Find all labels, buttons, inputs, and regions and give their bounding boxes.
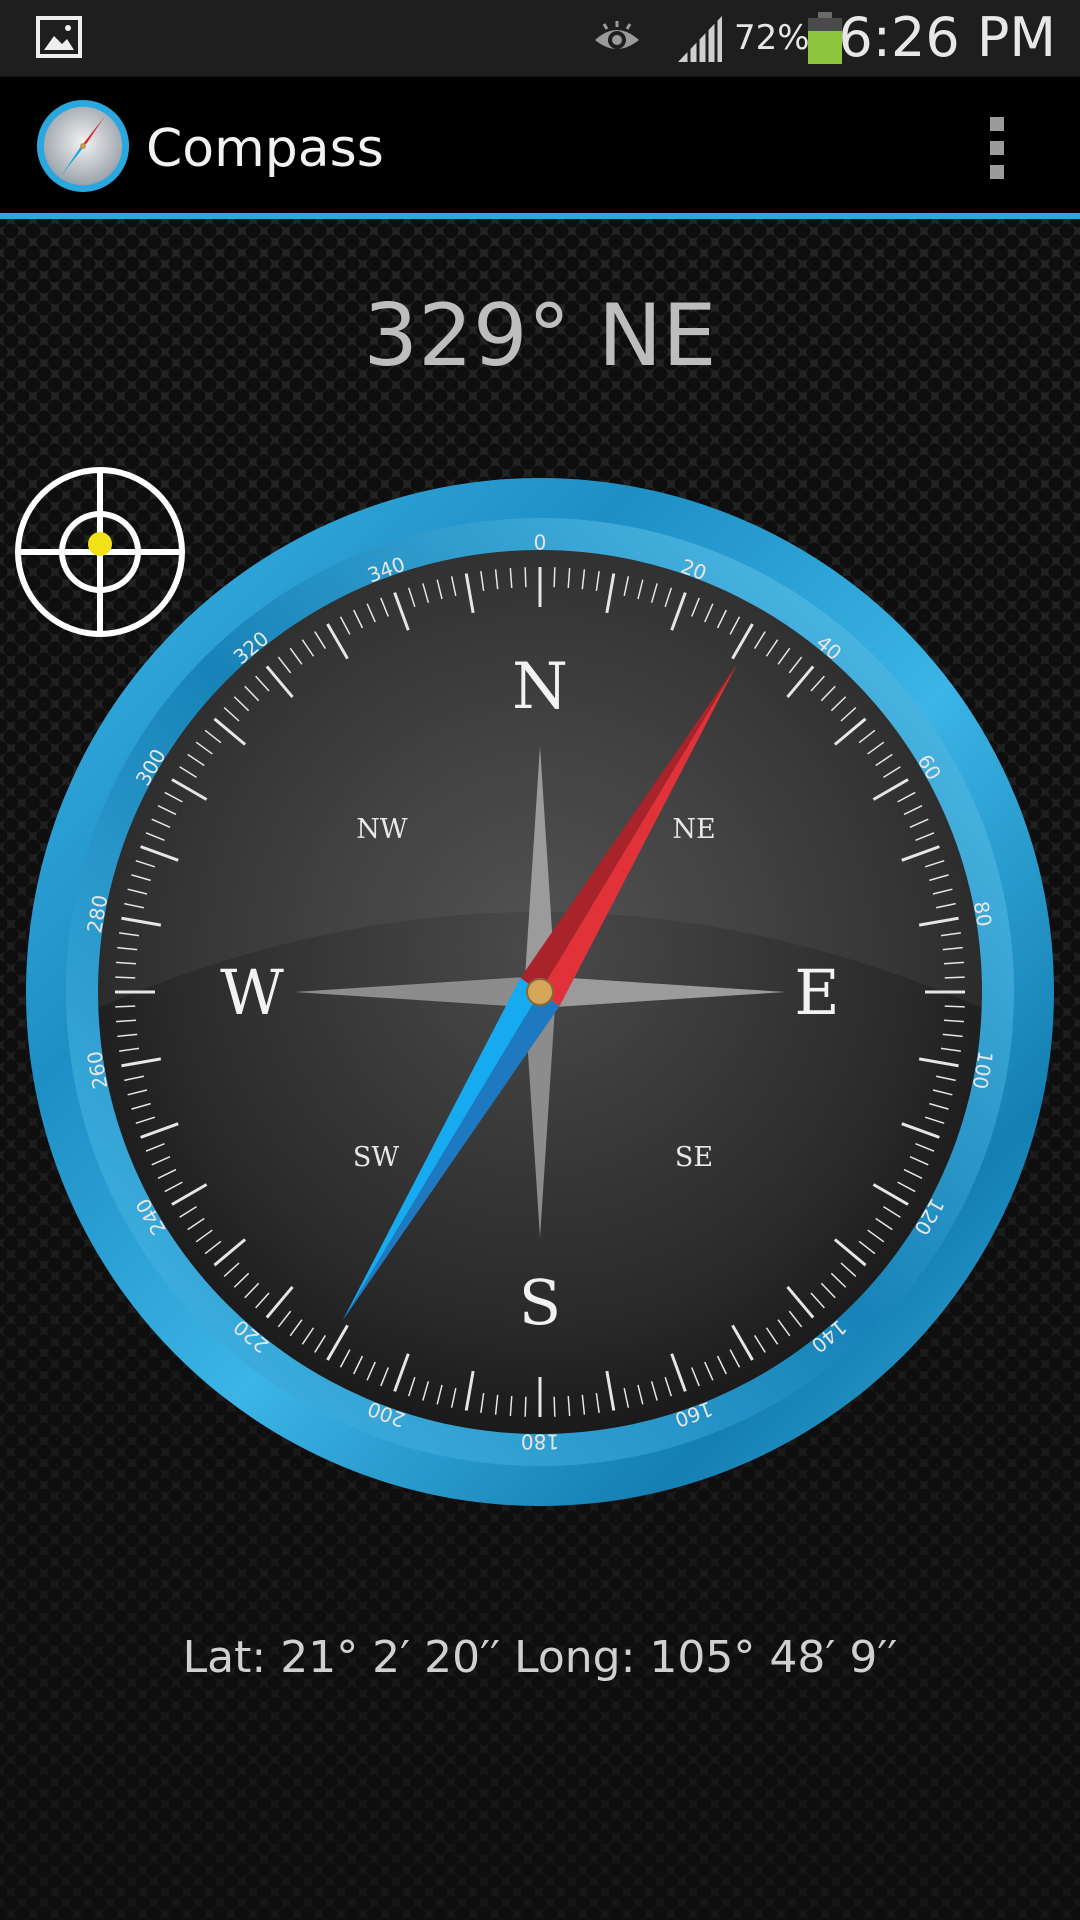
scale-tick (524, 1396, 527, 1417)
compass-app-icon[interactable] (34, 97, 132, 195)
scale-label: 80 (969, 899, 997, 928)
gallery-icon (36, 16, 82, 58)
cardinal-n: N (512, 650, 568, 724)
scale-tick (553, 1396, 556, 1417)
scale-tick (115, 1005, 136, 1008)
scale-label: 0 (534, 531, 547, 555)
scale-tick (553, 567, 556, 588)
scale-tick (115, 976, 136, 979)
intercardinal-nw: NW (356, 814, 408, 845)
clock: 6:26 PM (838, 6, 1056, 69)
coordinates-readout: Lat: 21° 2′ 20′′ Long: 105° 48′ 9′′ (182, 1632, 898, 1683)
intercardinal-sw: SW (353, 1142, 399, 1173)
intercardinal-ne: NE (672, 814, 715, 845)
signal-icon (678, 14, 722, 64)
app-title: Compass (146, 119, 384, 179)
heading-readout: 329° NE (363, 286, 717, 386)
cardinal-s: S (519, 1266, 561, 1339)
cardinal-w: W (220, 956, 284, 1029)
scale-tick (524, 567, 527, 588)
crosshair-button[interactable] (10, 462, 190, 642)
scale-tick (944, 976, 965, 979)
action-bar: Compass (0, 77, 1080, 219)
intercardinal-se: SE (675, 1142, 713, 1173)
cardinal-e: E (794, 956, 839, 1029)
battery-percent: 72% (734, 18, 810, 58)
status-bar: 72% 6:26 PM (0, 0, 1080, 77)
scale-label: 180 (521, 1430, 559, 1454)
overflow-menu-icon[interactable] (978, 115, 1018, 181)
scale-tick (944, 1005, 965, 1008)
eye-icon (595, 21, 639, 49)
